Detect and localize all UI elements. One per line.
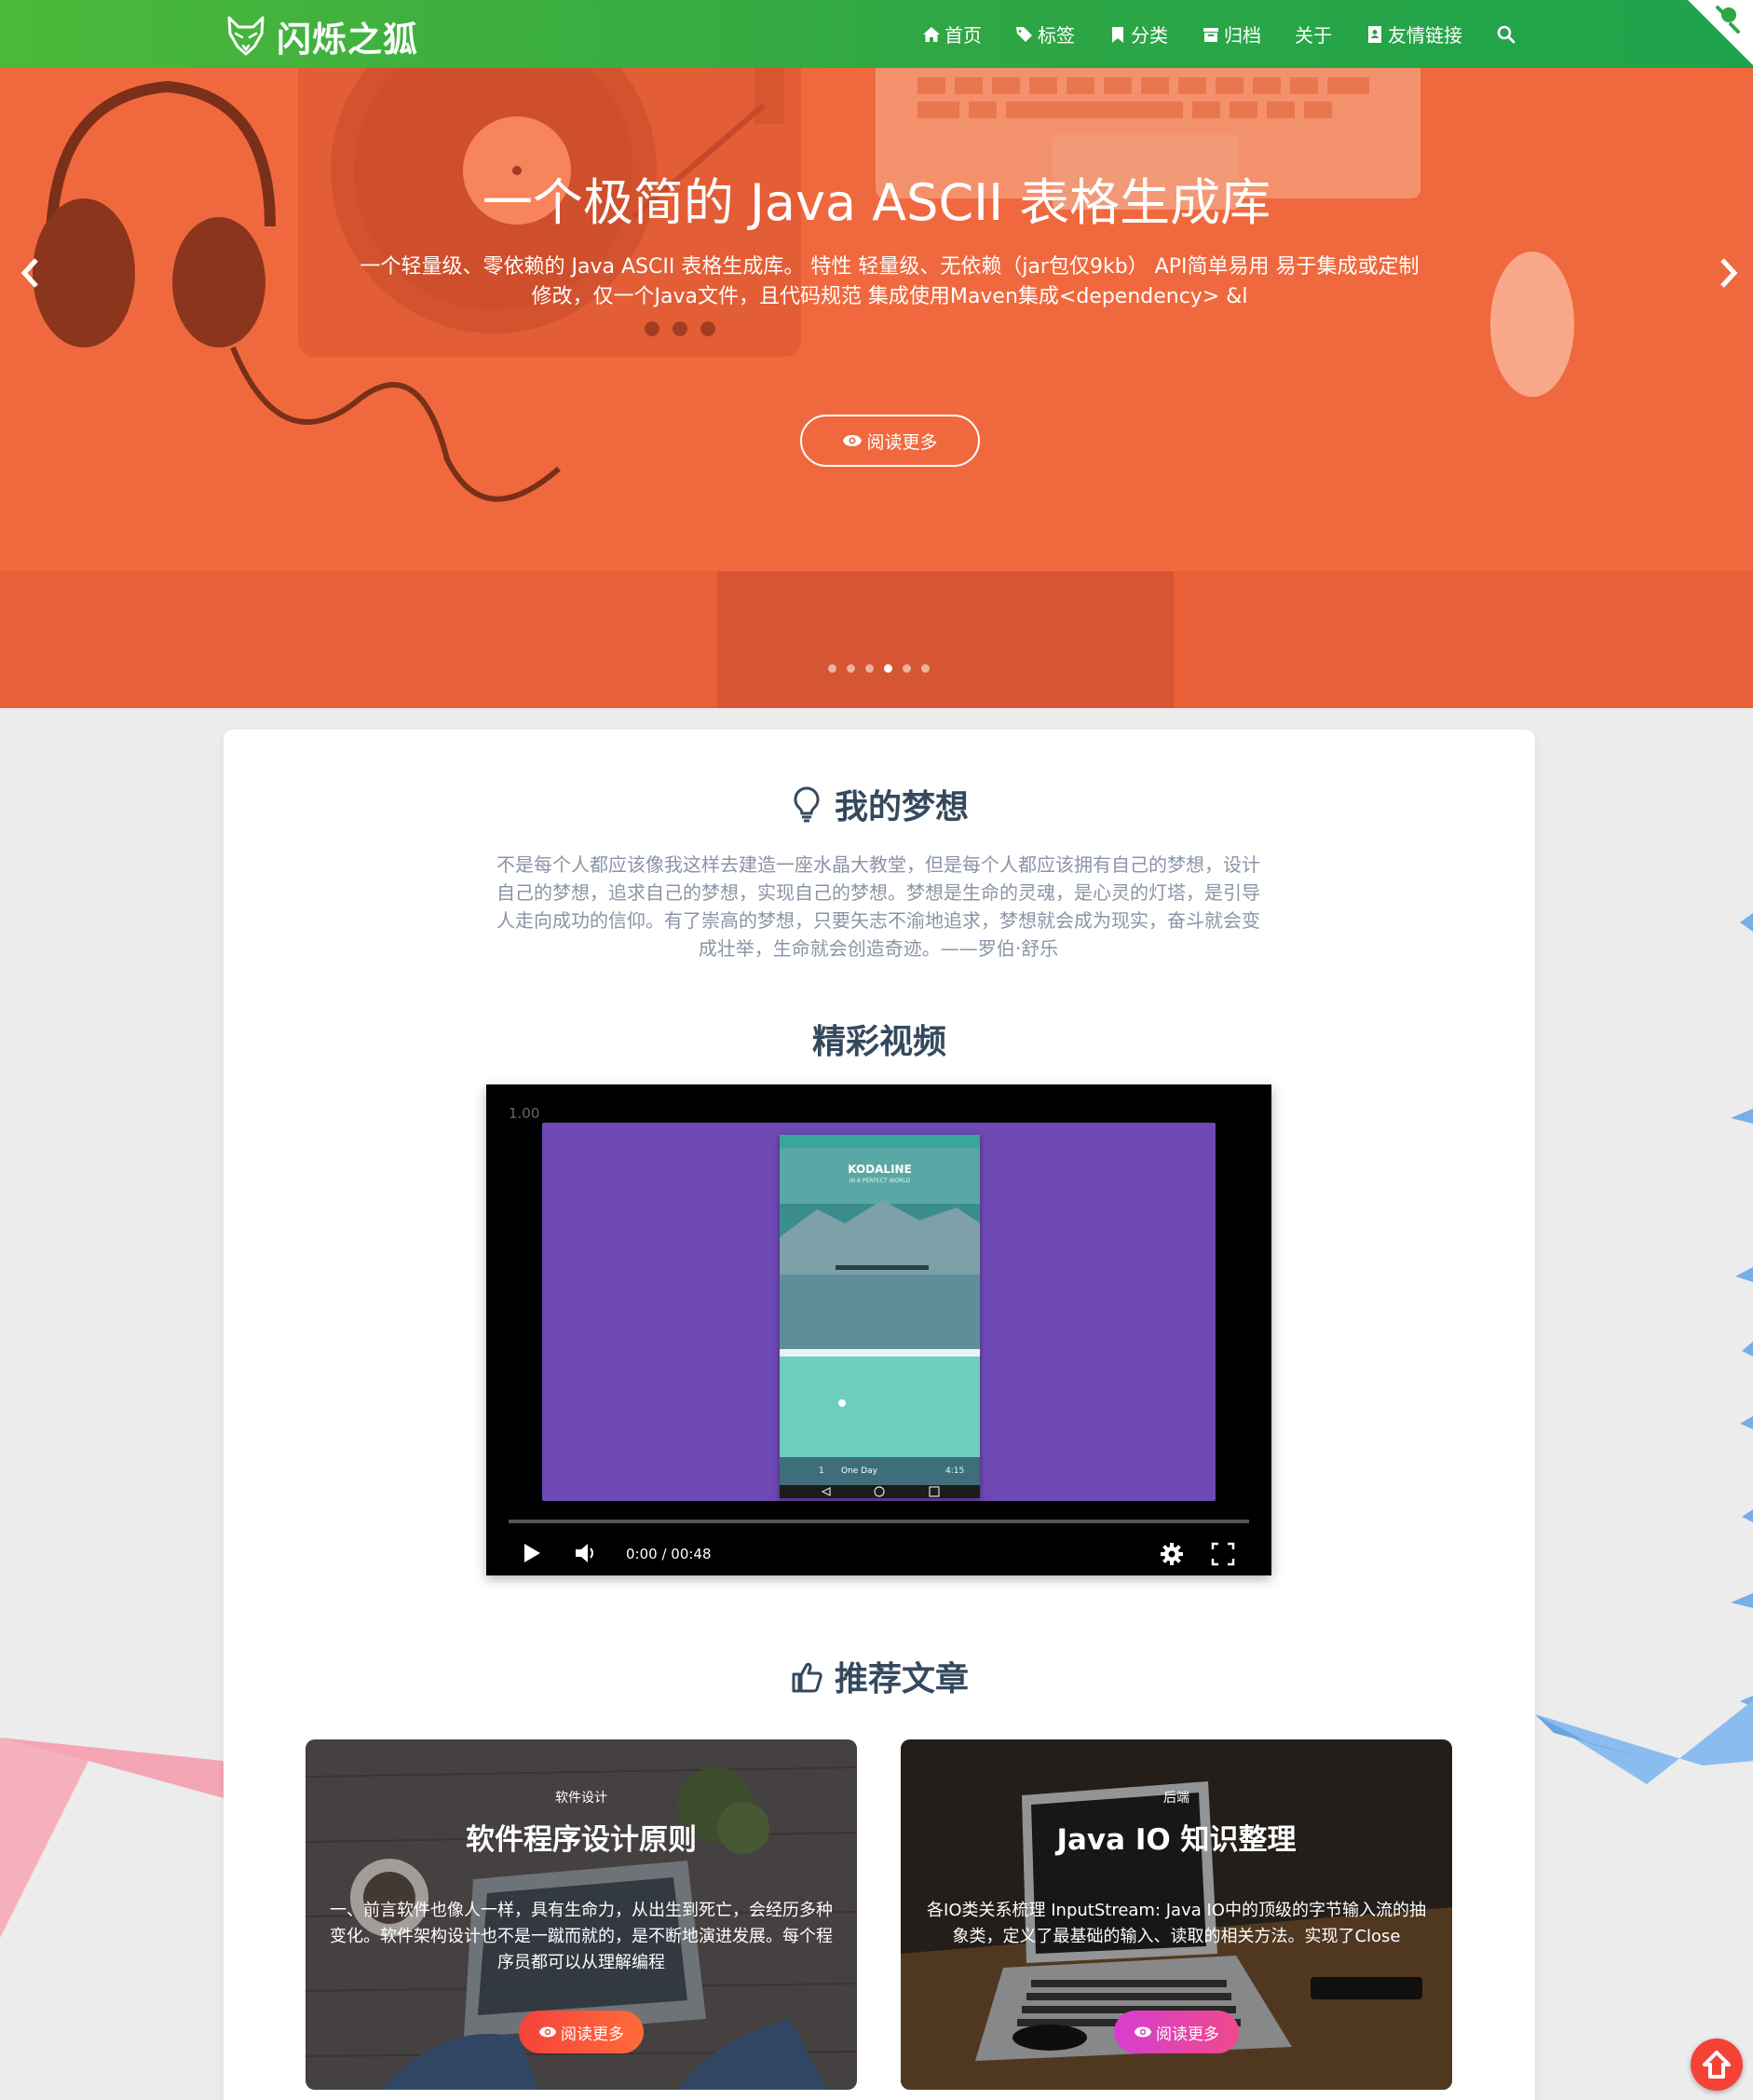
nav-item-label: 分类 [1131, 24, 1168, 47]
hero-carousel: 一个极简的 Java ASCII 表格生成库 一个轻量级、零依赖的 Java A… [0, 68, 1753, 708]
address-card-icon [1368, 25, 1381, 43]
carousel-dot[interactable] [903, 664, 911, 673]
dream-heading-text: 我的梦想 [834, 788, 969, 826]
nav-item-categories[interactable]: 分类 [1108, 20, 1168, 48]
article-title[interactable]: 软件程序设计原则 [306, 1816, 857, 1858]
eye-icon [538, 2026, 557, 2038]
nav-item-label: 友情链接 [1388, 24, 1462, 47]
carousel-dot[interactable] [884, 664, 892, 673]
lightbulb-icon [794, 786, 820, 823]
back-to-top-button[interactable] [1691, 2039, 1743, 2091]
dream-quote: 不是每个人都应该像我这样去建造一座水晶大教堂，但是每个人都应该拥有自己的梦想，设… [496, 853, 1260, 960]
play-button[interactable] [522, 1541, 542, 1569]
phone-screenshot-image [780, 1135, 980, 1498]
video-rate-label: 1.00 [509, 1105, 540, 1122]
bookmark-icon [1112, 26, 1123, 43]
article-card[interactable]: 后端 Java IO 知识整理 各IO类关系梳理 InputStream: Ja… [901, 1739, 1452, 2090]
phone-app-title: KODALINE [848, 1163, 912, 1176]
carousel-prev-button[interactable] [16, 254, 44, 292]
article-category[interactable]: 软件设计 [306, 1788, 857, 1807]
home-icon [923, 26, 940, 42]
video-heading: 精彩视频 [224, 1015, 1535, 1063]
hero-description: 一个轻量级、零依赖的 Java ASCII 表格生成库。 特性 轻量级、无依赖（… [360, 255, 1420, 308]
articles-heading: 推荐文章 [224, 1652, 1535, 1700]
main-content-card: 我的梦想 不是每个人都应该像我这样去建造一座水晶大教堂，但是每个人都应该拥有自己… [224, 730, 1535, 2100]
article-title[interactable]: Java IO 知识整理 [901, 1816, 1452, 1858]
nav-item-archives[interactable]: 归档 [1202, 20, 1261, 48]
volume-icon [576, 1544, 593, 1562]
arrow-up-icon [1703, 2051, 1731, 2079]
brand-title: 闪烁之狐 [277, 20, 418, 60]
carousel-indicators [828, 664, 940, 673]
nav-item-home[interactable]: 首页 [922, 20, 982, 48]
phone-track-number: 1 [819, 1466, 824, 1476]
nav-menu: 首页 标签 分类 归档 关于 友情链接 [922, 0, 1516, 68]
search-button[interactable] [1496, 24, 1516, 45]
nav-item-label: 标签 [1038, 24, 1075, 47]
hero-read-more-label: 阅读更多 [866, 431, 938, 453]
tags-icon [1016, 26, 1032, 42]
article-read-more-label: 阅读更多 [1156, 2025, 1219, 2044]
thumbs-up-icon [792, 1662, 822, 1693]
top-navbar: 闪烁之狐 首页 标签 分类 归档 关于 友情链接 [0, 0, 1753, 68]
carousel-dot[interactable] [921, 664, 930, 673]
chevron-left-icon [20, 258, 38, 288]
article-read-more-button[interactable]: 阅读更多 [1114, 2011, 1239, 2053]
nav-item-about[interactable]: 关于 [1295, 20, 1332, 48]
phone-track-title: One Day [841, 1466, 877, 1476]
article-read-more-button[interactable]: 阅读更多 [519, 2011, 644, 2053]
video-frame[interactable]: KODALINE IN A PERFECT WORLD 1 One Day 4:… [542, 1123, 1216, 1501]
brand-link[interactable]: 闪烁之狐 [226, 11, 418, 61]
nav-item-label: 归档 [1224, 24, 1261, 47]
decorative-triangles-right [1535, 913, 1753, 1784]
nav-item-tags[interactable]: 标签 [1015, 20, 1075, 48]
carousel-next-button[interactable] [1715, 254, 1743, 292]
video-progress-bar[interactable] [509, 1520, 1249, 1523]
eye-icon [843, 435, 863, 446]
video-settings-button[interactable] [1159, 1541, 1185, 1571]
carousel-dot[interactable] [828, 664, 836, 673]
decorative-triangles-left [0, 1738, 224, 1938]
phone-track-time: 4:15 [945, 1466, 965, 1476]
dream-heading: 我的梦想 [224, 780, 1535, 828]
hero-read-more-button[interactable]: 阅读更多 [800, 415, 980, 467]
carousel-dot[interactable] [865, 664, 874, 673]
video-player[interactable]: 1.00 KODALINE IN A PERFECT WORLD 1 One D… [486, 1084, 1271, 1575]
github-octocat-icon [1716, 6, 1740, 34]
search-icon [1497, 25, 1515, 43]
article-category[interactable]: 后端 [901, 1788, 1452, 1807]
chevron-right-icon [1720, 258, 1738, 288]
nav-item-label: 关于 [1295, 24, 1332, 47]
article-excerpt: 各IO类关系梳理 InputStream: Java IO中的顶级的字节输入流的… [927, 1901, 1426, 1946]
article-read-more-label: 阅读更多 [561, 2025, 624, 2044]
gear-icon [1161, 1543, 1183, 1565]
fullscreen-icon [1211, 1542, 1235, 1566]
archive-icon [1203, 27, 1218, 42]
volume-button[interactable] [574, 1541, 598, 1569]
play-icon [524, 1544, 540, 1562]
video-heading-text: 精彩视频 [811, 1023, 946, 1061]
fullscreen-button[interactable] [1210, 1541, 1236, 1571]
phone-app-subtitle: IN A PERFECT WORLD [849, 1178, 911, 1184]
eye-icon [1134, 2026, 1152, 2038]
github-corner[interactable] [1678, 0, 1753, 68]
hero-title[interactable]: 一个极简的 Java ASCII 表格生成库 [0, 161, 1753, 235]
article-excerpt: 一、前言软件也像人一样，具有生命力，从出生到死亡，会经历多种变化。软件架构设计也… [330, 1901, 833, 1972]
articles-heading-text: 推荐文章 [834, 1660, 969, 1698]
article-card[interactable]: 软件设计 软件程序设计原则 一、前言软件也像人一样，具有生命力，从出生到死亡，会… [306, 1739, 857, 2090]
video-time: 0:00 / 00:48 [626, 1546, 712, 1562]
fox-logo-icon [227, 16, 265, 56]
video-phone-mockup: KODALINE IN A PERFECT WORLD 1 One Day 4:… [780, 1135, 980, 1498]
nav-item-label: 首页 [944, 24, 982, 47]
nav-item-friends[interactable]: 友情链接 [1366, 20, 1462, 48]
carousel-dot[interactable] [847, 664, 855, 673]
